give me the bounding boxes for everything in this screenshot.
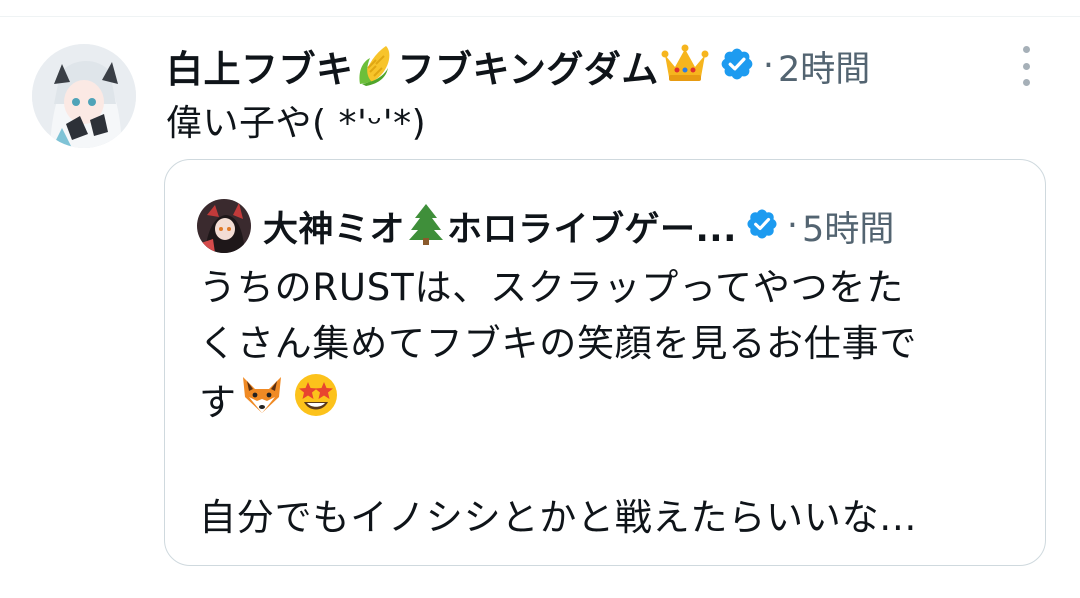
star-struck-emoji-icon: [293, 372, 339, 434]
quoted-separator-dot: ·: [786, 206, 799, 246]
author-name-suffix[interactable]: フブキングダム: [398, 39, 659, 93]
more-options-icon[interactable]: [1012, 46, 1040, 86]
quoted-tweet-card[interactable]: 大神ミオ ホロライブゲー... · 5時間 うちのRUSTは、スクラップってやつ…: [164, 159, 1046, 566]
quoted-tweet-text: うちのRUSTは、スクラップってやつをた くさん集めてフブキの笑顔を見るお仕事で…: [199, 260, 1019, 546]
quoted-text-line: す: [199, 372, 1019, 434]
tweet-time[interactable]: 2時間: [778, 41, 870, 92]
quoted-text-line: 自分でもイノシシとかと戦えたらいいな...: [199, 496, 918, 539]
quoted-tweet-time[interactable]: 5時間: [802, 201, 894, 252]
quoted-text-line: くさん集めてフブキの笑顔を見るお仕事で: [199, 322, 918, 365]
fox-emoji-icon: [239, 373, 285, 433]
quoted-verified-badge-icon[interactable]: [745, 207, 779, 245]
tweet-text: 偉い子や( *'ᵕ'*): [166, 103, 427, 144]
top-divider: [0, 16, 1080, 17]
quoted-text-line: うちのRUSTは、スクラップってやつをた: [199, 266, 905, 309]
separator-dot: ·: [762, 46, 775, 86]
author-name[interactable]: 白上フブキ: [166, 39, 354, 93]
corn-emoji-icon: [356, 42, 396, 90]
author-avatar[interactable]: [32, 44, 136, 148]
verified-badge-icon[interactable]: [719, 46, 755, 86]
crown-emoji-icon: [661, 43, 709, 89]
quoted-tweet-header: 大神ミオ ホロライブゲー... · 5時間: [197, 198, 894, 254]
quoted-author-avatar: [197, 199, 251, 253]
quoted-author-name[interactable]: 大神ミオ: [263, 201, 405, 252]
evergreen-tree-emoji-icon: [407, 202, 445, 250]
quoted-text-segment: す: [199, 381, 237, 424]
tweet-header: 白上フブキ フブキングダム · 2時間: [166, 38, 1066, 94]
quoted-author-name-suffix[interactable]: ホロライブゲー...: [447, 201, 737, 252]
